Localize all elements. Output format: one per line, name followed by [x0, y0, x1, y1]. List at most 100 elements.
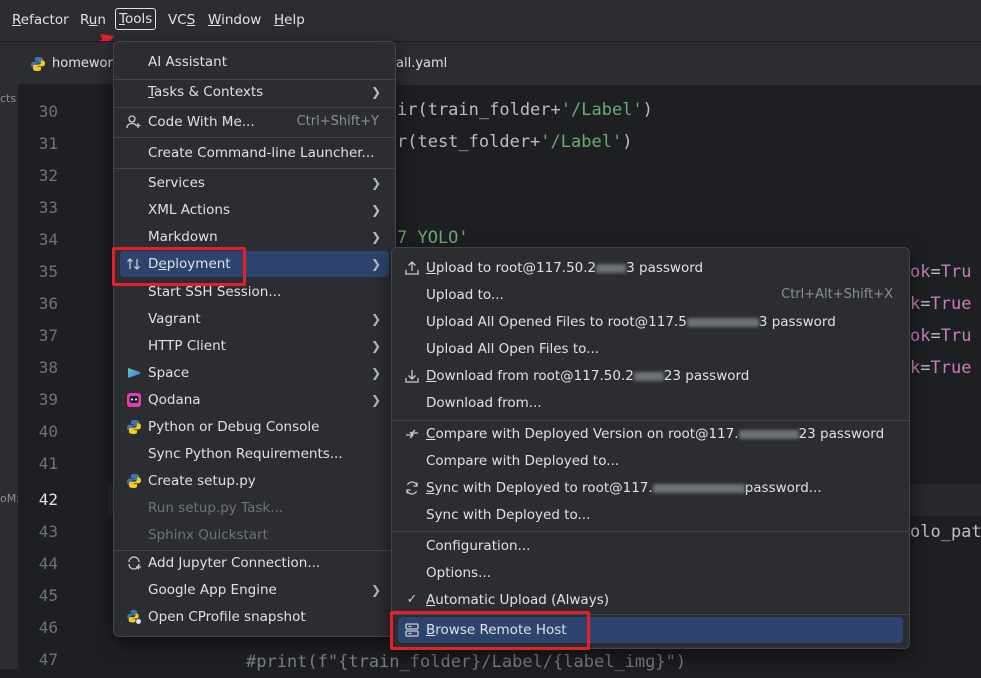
menu-item-xml-actions[interactable]: XML Actions ❯ [120, 197, 389, 223]
menu-item-google-app-engine[interactable]: Google App Engine ❯ [120, 577, 389, 603]
menu-separator [392, 614, 909, 615]
line-number-current: 42 [38, 490, 58, 509]
side-label-top: cts [0, 92, 17, 105]
menu-item-upload-to-default[interactable]: Upload to root@117.50.2 3 password [398, 255, 903, 281]
menu-item-compare-deployed-default[interactable]: Compare with Deployed Version on root@11… [398, 421, 903, 447]
menu-item-services[interactable]: Services ❯ [120, 170, 389, 196]
line-number: 32 [38, 166, 58, 185]
menu-item-configuration[interactable]: Configuration... [398, 533, 903, 559]
code-line-31[interactable]: r(test_folder+'/Label') [397, 126, 632, 158]
side-tool-strip: cts oM: [0, 84, 20, 669]
submenu-arrow-icon: ❯ [370, 583, 381, 597]
code-line-35-tail[interactable]: ok=Tru [910, 256, 971, 288]
line-number: 45 [38, 586, 58, 605]
tab-yaml[interactable]: all.yaml [396, 42, 447, 85]
submenu-arrow-icon: ❯ [370, 85, 381, 99]
menu-item-open-cprofile[interactable]: Open CProfile snapshot [120, 604, 389, 630]
menu-item-markdown[interactable]: Markdown ❯ [120, 224, 389, 250]
menu-item-download-from-default[interactable]: Download from root@117.50.2 23 password [398, 363, 903, 389]
jupyter-icon [128, 556, 141, 570]
person-plus-icon [126, 115, 141, 129]
line-number: 44 [38, 554, 58, 573]
menu-item-sphinx-quickstart: Sphinx Quickstart [148, 527, 268, 543]
upload-icon [405, 261, 419, 275]
python-icon [127, 474, 141, 488]
compare-icon [406, 429, 418, 439]
menu-item-run-setup-task: Run setup.py Task... [148, 500, 284, 516]
menu-item-browse-remote-host[interactable]: Browse Remote Host [398, 617, 903, 643]
menu-item-upload-to[interactable]: Upload to... Ctrl+Alt+Shift+X [398, 282, 903, 308]
space-icon [128, 368, 140, 378]
submenu-arrow-icon: ❯ [370, 312, 381, 326]
menu-item-sync-deployed-default[interactable]: Sync with Deployed to root@117. password.… [398, 475, 903, 501]
menu-separator [114, 168, 395, 169]
code-line-43-tail[interactable]: olo_pat [910, 516, 981, 548]
code-line-38-tail[interactable]: k=True [910, 352, 971, 384]
menu-vcs[interactable]: VCS [168, 10, 195, 30]
line-number: 43 [38, 522, 58, 541]
line-number: 38 [38, 358, 58, 377]
menu-item-upload-all-opened-default[interactable]: Upload All Opened Files to root@117.5 3 p… [398, 309, 903, 335]
menu-item-python-console[interactable]: Python or Debug Console [120, 414, 389, 440]
submenu-arrow-icon: ❯ [370, 393, 381, 407]
line-number: 31 [38, 134, 58, 153]
line-number: 41 [38, 454, 58, 473]
download-icon [405, 370, 419, 383]
menu-item-create-setup[interactable]: Create setup.py [120, 468, 389, 494]
menu-item-upload-all-open-to[interactable]: Upload All Open Files to... [398, 336, 903, 362]
line-number: 40 [38, 422, 58, 441]
menu-separator [114, 137, 395, 138]
line-number: 47 [38, 650, 58, 669]
menu-help[interactable]: Help [274, 10, 305, 30]
python-file-icon [31, 57, 45, 71]
line-number: 34 [38, 230, 58, 249]
tools-menu: AI Assistant Tasks & Contexts ❯ Code With… [113, 41, 396, 637]
cprofile-icon [127, 610, 141, 624]
menu-item-sync-requirements[interactable]: Sync Python Requirements... [120, 441, 389, 467]
submenu-arrow-icon: ❯ [370, 339, 381, 353]
menu-item-automatic-upload[interactable]: ✓ Automatic Upload (Always) [398, 587, 903, 613]
menu-item-ai-assistant[interactable]: AI Assistant [120, 49, 389, 75]
line-number: 30 [38, 102, 58, 121]
redacted-ip [738, 429, 799, 439]
line-number-gutter: 30 31 32 33 34 35 36 37 38 39 40 41 42 4… [18, 84, 108, 669]
line-number: 46 [38, 618, 58, 637]
deployment-icon [127, 258, 140, 270]
menu-item-vagrant[interactable]: Vagrant ❯ [120, 306, 389, 332]
submenu-arrow-icon: ❯ [370, 176, 381, 190]
menu-bar: Refactor Run Tools VCS Window Help [0, 0, 981, 41]
server-icon [405, 623, 419, 637]
menu-item-create-launcher[interactable]: Create Command-line Launcher... [120, 140, 389, 166]
redacted-ip [633, 371, 664, 381]
submenu-arrow-icon: ❯ [370, 257, 381, 271]
tab-homework[interactable]: homewor [18, 42, 113, 85]
menu-item-http-client[interactable]: HTTP Client ❯ [120, 333, 389, 359]
redacted-ip [596, 263, 627, 273]
menu-item-compare-deployed-to[interactable]: Compare with Deployed to... [398, 448, 903, 474]
menu-item-code-with-me[interactable]: Code With Me... Ctrl+Shift+Y [120, 109, 389, 135]
menu-item-sync-deployed-to[interactable]: Sync with Deployed to... [398, 502, 903, 528]
menu-window[interactable]: Window [208, 10, 261, 30]
menu-run[interactable]: Run [80, 10, 106, 30]
code-line-47[interactable]: #print(f"{train_folder}/Label/{label_img… [246, 646, 686, 678]
python-icon [127, 420, 141, 434]
menu-item-options[interactable]: Options... [398, 560, 903, 586]
line-number: 35 [38, 262, 58, 281]
menu-item-download-from[interactable]: Download from... [398, 390, 903, 416]
code-line-37-tail[interactable]: ok=Tru [910, 320, 971, 352]
menu-tools[interactable]: Tools [115, 8, 157, 30]
menu-item-qodana[interactable]: Qodana ❯ [120, 387, 389, 413]
menu-item-start-ssh[interactable]: Start SSH Session... [120, 279, 389, 305]
menu-item-space[interactable]: Space ❯ [120, 360, 389, 386]
code-line-36-tail[interactable]: k=True [910, 288, 971, 320]
menu-item-deployment[interactable]: Deployment ❯ [120, 251, 389, 277]
code-line-30[interactable]: ir(train_folder+'/Label') [397, 94, 653, 126]
line-number: 37 [38, 326, 58, 345]
menu-item-add-jupyter[interactable]: Add Jupyter Connection... [120, 550, 389, 576]
menu-item-tasks-contexts[interactable]: Tasks & Contexts ❯ [120, 79, 389, 105]
line-number: 33 [38, 198, 58, 217]
submenu-arrow-icon: ❯ [370, 230, 381, 244]
line-number: 36 [38, 294, 58, 313]
menu-refactor[interactable]: Refactor [12, 10, 69, 30]
sync-icon [406, 481, 418, 495]
